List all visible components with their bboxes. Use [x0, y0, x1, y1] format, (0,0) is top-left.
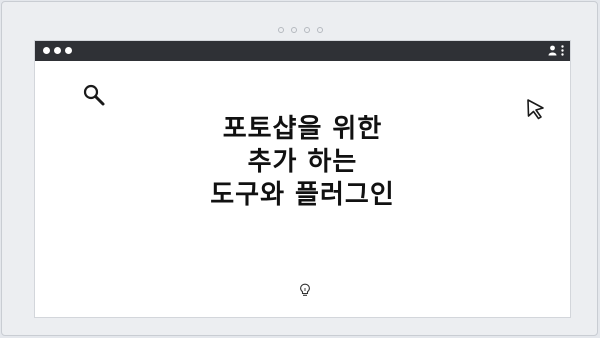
headline-line-2: 추가 하는: [247, 147, 358, 177]
window-titlebar: [35, 41, 570, 61]
camera-dots: [278, 27, 323, 33]
titlebar-actions: [548, 45, 564, 56]
headline-line-1: 포토샵을 위한: [222, 114, 383, 144]
user-icon[interactable]: [548, 45, 557, 56]
headline-line-3: 도구와 플러그인: [210, 180, 395, 210]
minimize-window-button[interactable]: [54, 47, 61, 54]
camera-dot: [291, 27, 297, 33]
device-frame: 포토샵을 위한 추가 하는 도구와 플러그인: [1, 1, 598, 336]
camera-dot: [278, 27, 284, 33]
camera-dot: [317, 27, 323, 33]
browser-window: 포토샵을 위한 추가 하는 도구와 플러그인: [34, 40, 571, 318]
more-vertical-icon[interactable]: [561, 45, 564, 56]
search-icon: [82, 83, 106, 111]
page-headline: 포토샵을 위한 추가 하는 도구와 플러그인: [35, 113, 570, 212]
camera-dot: [304, 27, 310, 33]
lightbulb-icon: [299, 282, 311, 301]
close-window-button[interactable]: [43, 47, 50, 54]
window-controls: [43, 47, 72, 54]
maximize-window-button[interactable]: [65, 47, 72, 54]
